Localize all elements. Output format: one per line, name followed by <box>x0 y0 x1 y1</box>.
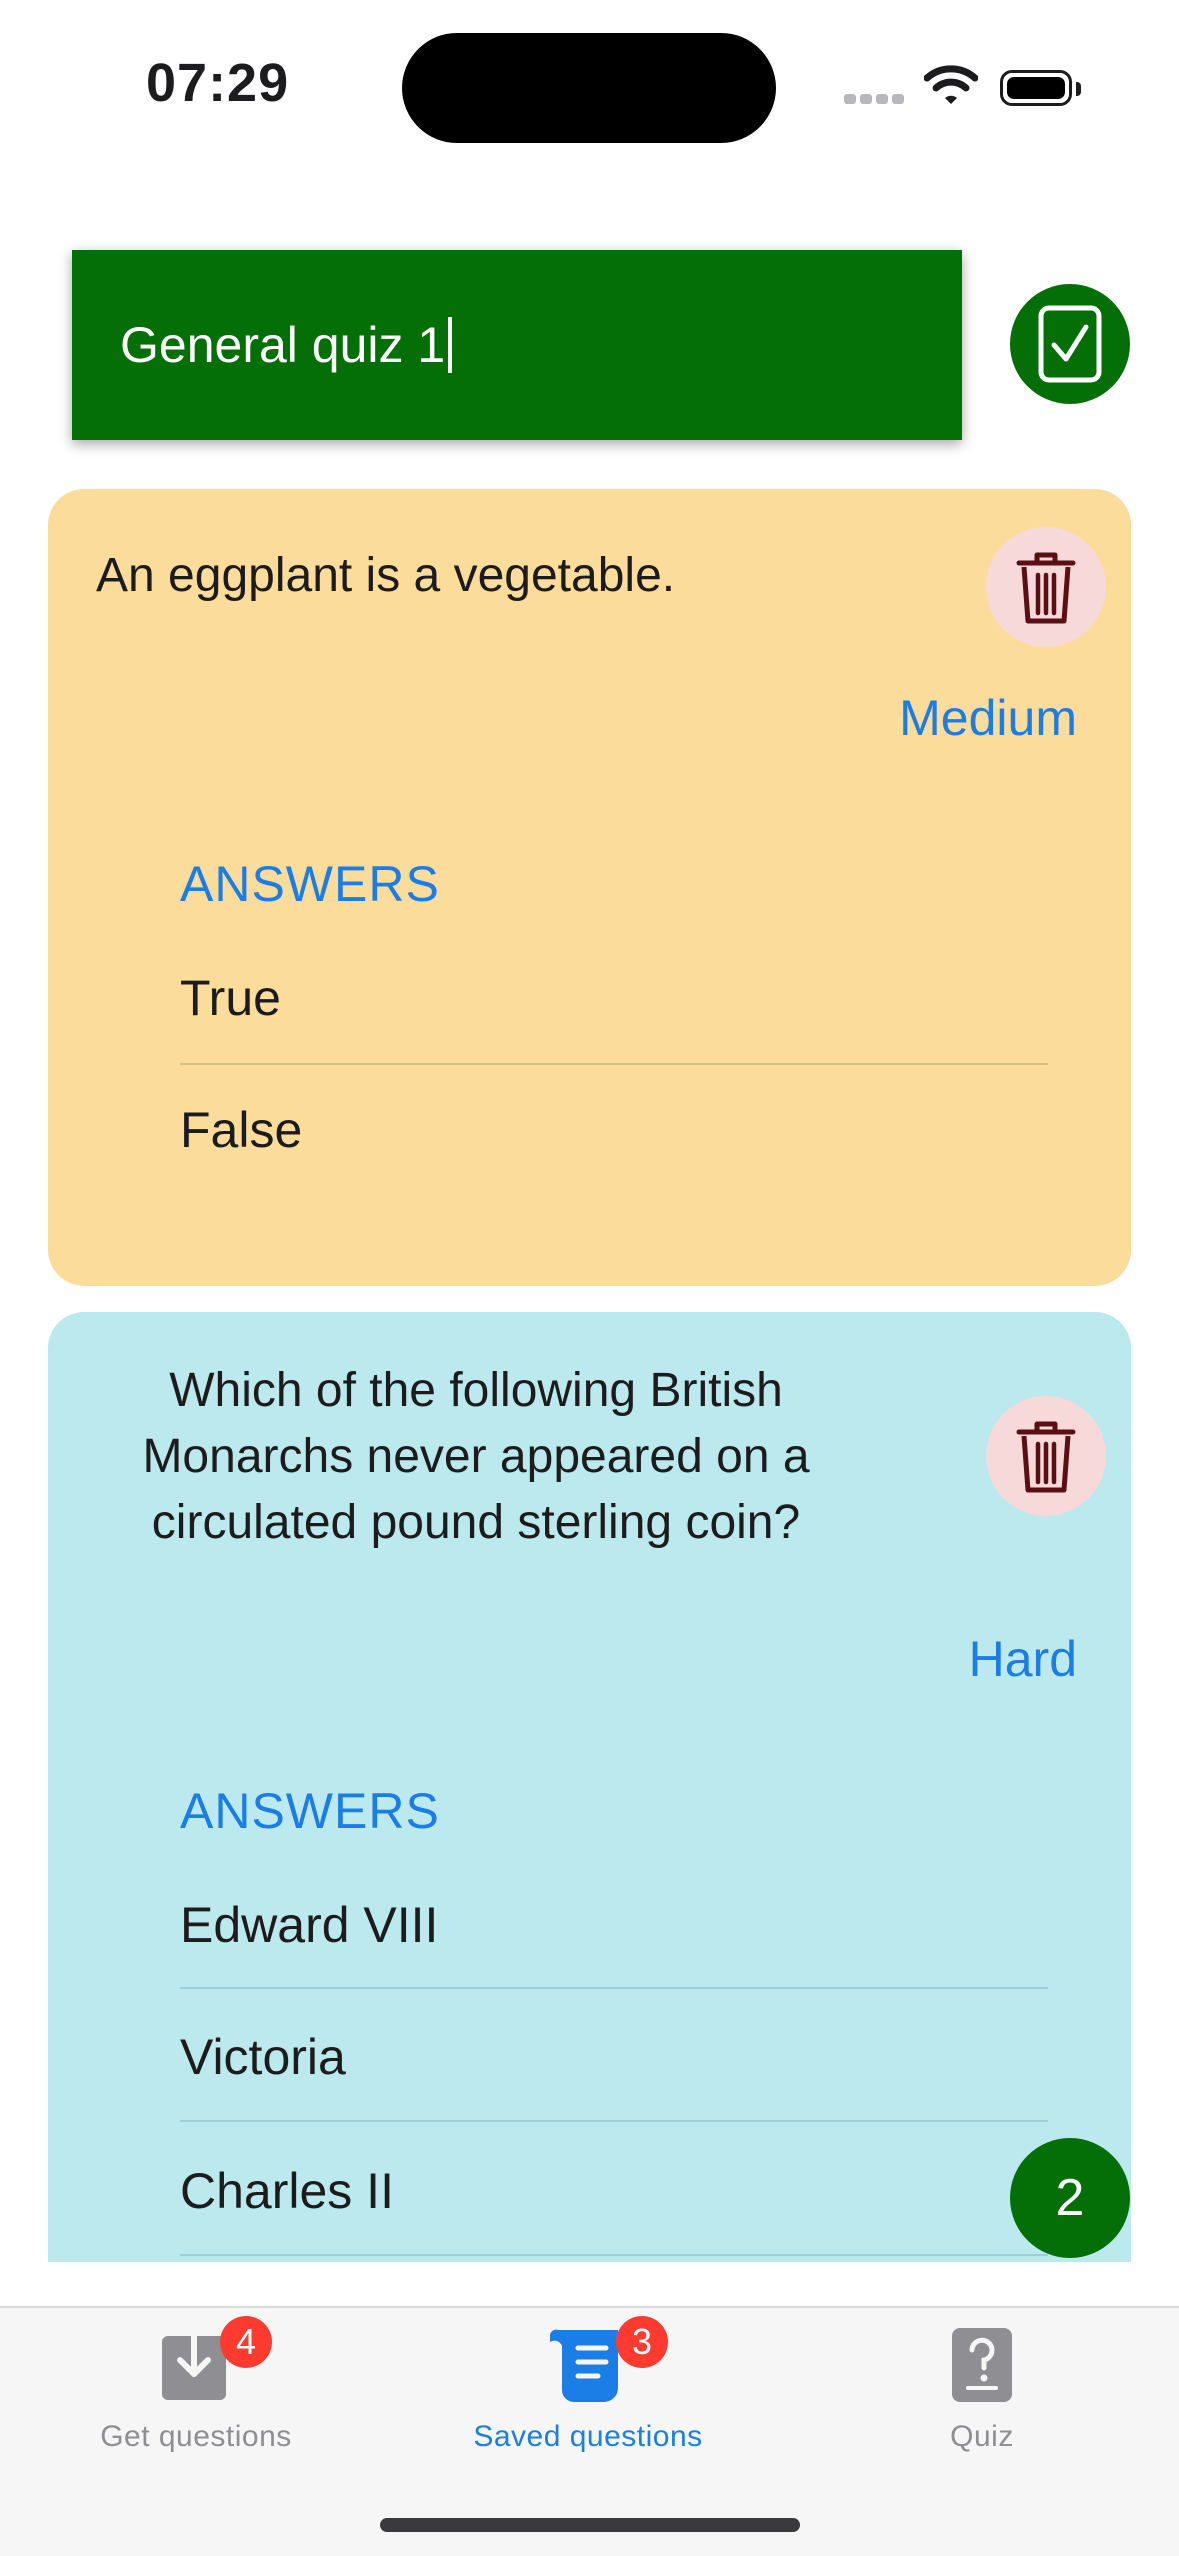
difficulty-label[interactable]: Medium <box>899 689 1077 747</box>
tab-get-questions[interactable]: 4 Get questions <box>46 2308 346 2468</box>
answer-item: Edward VIII <box>180 1897 439 1953</box>
question-card: Which of the following British Monarchs … <box>48 1312 1131 2262</box>
trash-icon <box>1016 1421 1076 1493</box>
checklist-icon <box>1038 305 1102 383</box>
divider <box>180 1063 1048 1065</box>
question-text: Which of the following British Monarchs … <box>142 1364 810 1549</box>
answers-heading: ANSWERS <box>180 1783 440 1839</box>
trash-icon <box>1016 552 1076 624</box>
text-cursor <box>448 317 453 373</box>
tab-saved-questions[interactable]: 3 Saved questions <box>438 2308 738 2468</box>
download-icon <box>162 2328 226 2400</box>
answers-heading: ANSWERS <box>180 856 440 912</box>
difficulty-label[interactable]: Hard <box>969 1630 1077 1688</box>
answer-item: True <box>180 970 281 1026</box>
tab-label: Get questions <box>100 2420 292 2453</box>
question-count-button[interactable]: 2 <box>1010 2138 1130 2258</box>
answer-item: False <box>180 1102 303 1158</box>
tab-label: Saved questions <box>473 2420 703 2453</box>
dynamic-island <box>402 33 776 143</box>
signal-dot-icon <box>892 94 904 104</box>
divider <box>180 1987 1048 1989</box>
tab-label: Quiz <box>950 2420 1014 2453</box>
scroll-icon <box>549 2329 618 2402</box>
question-icon <box>952 2328 1012 2402</box>
battery-icon <box>1000 70 1072 106</box>
question-text: An eggplant is a vegetable. <box>96 549 676 602</box>
answer-item: Victoria <box>180 2029 346 2085</box>
save-quiz-button[interactable] <box>1010 284 1130 404</box>
question-card: An eggplant is a vegetable. Medium ANSWE… <box>48 489 1131 1286</box>
battery-tip <box>1076 82 1081 96</box>
wifi-icon <box>924 65 978 104</box>
signal-dot-icon <box>876 94 888 104</box>
delete-question-button[interactable] <box>986 1396 1106 1516</box>
answer-item: Charles II <box>180 2163 394 2219</box>
quiz-name-text: General quiz 1 <box>120 317 446 373</box>
divider <box>180 2120 1048 2122</box>
divider <box>180 2254 1048 2256</box>
status-time: 07:29 <box>146 53 290 113</box>
badge: 4 <box>220 2316 272 2368</box>
home-indicator[interactable] <box>380 2518 800 2532</box>
delete-question-button[interactable] <box>986 527 1106 647</box>
tab-quiz[interactable]: Quiz <box>832 2308 1132 2468</box>
status-icons <box>844 58 1084 118</box>
quiz-name-field[interactable]: General quiz 1 <box>72 250 962 440</box>
signal-dot-icon <box>844 94 856 104</box>
badge: 3 <box>616 2316 668 2368</box>
signal-dot-icon <box>860 94 872 104</box>
